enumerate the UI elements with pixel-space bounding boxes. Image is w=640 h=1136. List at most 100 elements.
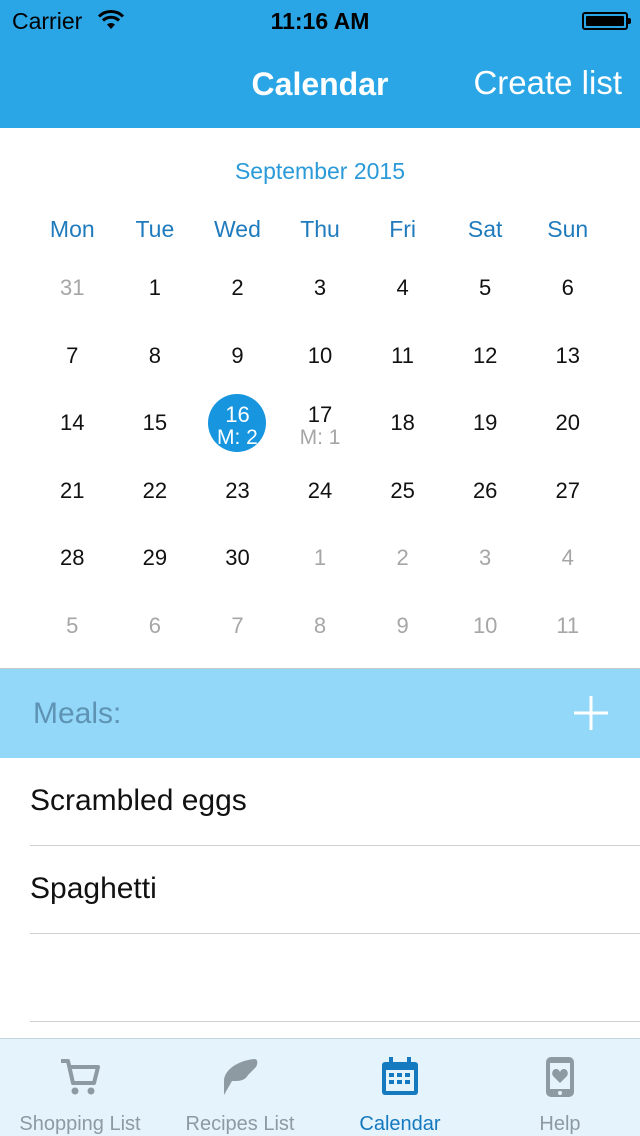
calendar-day[interactable]: 7: [31, 322, 114, 390]
meal-name: Spaghetti: [30, 872, 157, 905]
calendar-day[interactable]: 17 M: 1: [279, 389, 362, 457]
calendar-day[interactable]: 4: [526, 524, 609, 592]
calendar-day[interactable]: 4: [361, 254, 444, 322]
navigation-bar: Carrier 11:16 AM Calendar Create list: [0, 0, 640, 128]
day-number: 19: [472, 410, 498, 436]
day-number: 18: [390, 410, 415, 436]
calendar-day[interactable]: 24: [279, 457, 362, 525]
calendar-week-row: 14 15 16 M: 2 17 M: 1 18 19 20: [31, 389, 609, 457]
recipe-icon: [218, 1055, 262, 1099]
tab-recipes-list[interactable]: Recipes List: [160, 1039, 320, 1136]
calendar-day[interactable]: 12: [444, 322, 527, 390]
day-number: 23: [225, 477, 250, 503]
calendar-day[interactable]: 11: [526, 592, 609, 660]
calendar-day[interactable]: 2: [361, 524, 444, 592]
status-bar: Carrier 11:16 AM: [0, 0, 640, 40]
calendar-day[interactable]: 10: [279, 322, 362, 390]
day-number: 7: [231, 612, 244, 638]
tab-bar: Shopping List Recipes List Calendar Help: [0, 1038, 640, 1136]
calendar-day[interactable]: 1: [114, 254, 197, 322]
add-meal-button[interactable]: [572, 694, 610, 732]
calendar-day[interactable]: 30: [196, 524, 279, 592]
cart-icon: [58, 1055, 102, 1099]
day-number: 31: [60, 275, 85, 300]
day-number: 2: [231, 275, 244, 300]
weekday-header: Mon Tue Wed Thu Fri Sat Sun: [0, 216, 640, 250]
day-number: 6: [148, 612, 161, 638]
meal-list-item[interactable]: Scrambled eggs: [0, 758, 640, 846]
day-number: 27: [555, 477, 580, 503]
meals-label: Meals:: [33, 697, 122, 730]
day-number: 5: [479, 275, 492, 300]
row-separator: [30, 1021, 640, 1022]
calendar-day[interactable]: 13: [526, 322, 609, 390]
calendar-day[interactable]: 18: [361, 389, 444, 457]
calendar-day[interactable]: 27: [526, 457, 609, 525]
day-number: 12: [472, 342, 498, 368]
day-number: 15: [142, 410, 168, 436]
tab-calendar[interactable]: Calendar: [320, 1039, 480, 1136]
day-number: 5: [66, 612, 79, 638]
calendar-day[interactable]: 31: [31, 254, 114, 322]
day-number: 20: [555, 410, 580, 436]
day-number: 9: [231, 342, 244, 368]
weekday-label: Fri: [389, 216, 417, 242]
calendar-week-row: 28 29 30 1 2 3 4: [31, 524, 609, 592]
calendar-day[interactable]: 26: [444, 457, 527, 525]
calendar-day[interactable]: 29: [114, 524, 197, 592]
tab-help[interactable]: Help: [480, 1039, 640, 1136]
day-number: 2: [396, 545, 409, 571]
calendar-day[interactable]: 5: [444, 254, 527, 322]
calendar-day[interactable]: 6: [526, 254, 609, 322]
phone-heart-icon: [538, 1055, 582, 1099]
calendar-day[interactable]: 28: [31, 524, 114, 592]
calendar-week-row: 21 22 23 24 25 26 27: [31, 457, 609, 525]
meal-list-item[interactable]: Spaghetti: [0, 846, 640, 934]
calendar-day[interactable]: 3: [444, 524, 527, 592]
tab-label: Recipes List: [185, 1113, 295, 1135]
calendar-day[interactable]: 20: [526, 389, 609, 457]
calendar-week-row: 5 6 7 8 9 10 11: [31, 592, 609, 660]
meal-count: M: 1: [299, 426, 341, 450]
calendar-week-row: 31 1 2 3 4 5 6: [31, 254, 609, 322]
day-number: 8: [313, 612, 327, 638]
day-number: 1: [148, 275, 161, 300]
calendar-day[interactable]: 8: [114, 322, 197, 390]
tab-shopping-list[interactable]: Shopping List: [0, 1039, 160, 1136]
calendar-grid: 31 1 2 3 4 5 6 7 8 9 10 11 12 13 14 15 16 M: 2 17 M: 1 18 19 2…: [31, 254, 609, 660]
calendar-day[interactable]: 3: [279, 254, 362, 322]
calendar-day[interactable]: 8: [279, 592, 362, 660]
day-number: 22: [142, 477, 168, 503]
calendar-day[interactable]: 10: [444, 592, 527, 660]
calendar-day[interactable]: 9: [361, 592, 444, 660]
calendar-day[interactable]: 25: [361, 457, 444, 525]
calendar-icon: [378, 1055, 422, 1099]
day-number: 4: [561, 545, 574, 571]
calendar-day[interactable]: 7: [196, 592, 279, 660]
day-number: 24: [307, 477, 333, 503]
tab-label: Calendar: [359, 1113, 441, 1135]
day-number: 9: [396, 612, 409, 638]
calendar-day[interactable]: 21: [31, 457, 114, 525]
calendar-day[interactable]: 23: [196, 457, 279, 525]
create-list-button[interactable]: Create list: [473, 64, 622, 102]
calendar-week-row: 7 8 9 10 11 12 13: [31, 322, 609, 390]
status-time: 11:16 AM: [270, 8, 370, 34]
calendar-day[interactable]: 6: [114, 592, 197, 660]
calendar-day[interactable]: 1: [279, 524, 362, 592]
empty-row: [0, 934, 640, 1022]
calendar-day[interactable]: 19: [444, 389, 527, 457]
calendar-day[interactable]: 2: [196, 254, 279, 322]
weekday-label: Tue: [135, 216, 175, 242]
day-number: 10: [307, 342, 333, 368]
calendar-day-selected[interactable]: 16 M: 2: [196, 389, 279, 457]
day-number: 11: [391, 342, 415, 368]
calendar-day[interactable]: 14: [31, 389, 114, 457]
day-number: 3: [479, 545, 492, 571]
calendar-day[interactable]: 15: [114, 389, 197, 457]
day-number: 10: [472, 612, 498, 638]
calendar-day[interactable]: 11: [361, 322, 444, 390]
calendar-day[interactable]: 22: [114, 457, 197, 525]
calendar-day[interactable]: 5: [31, 592, 114, 660]
calendar-day[interactable]: 9: [196, 322, 279, 390]
